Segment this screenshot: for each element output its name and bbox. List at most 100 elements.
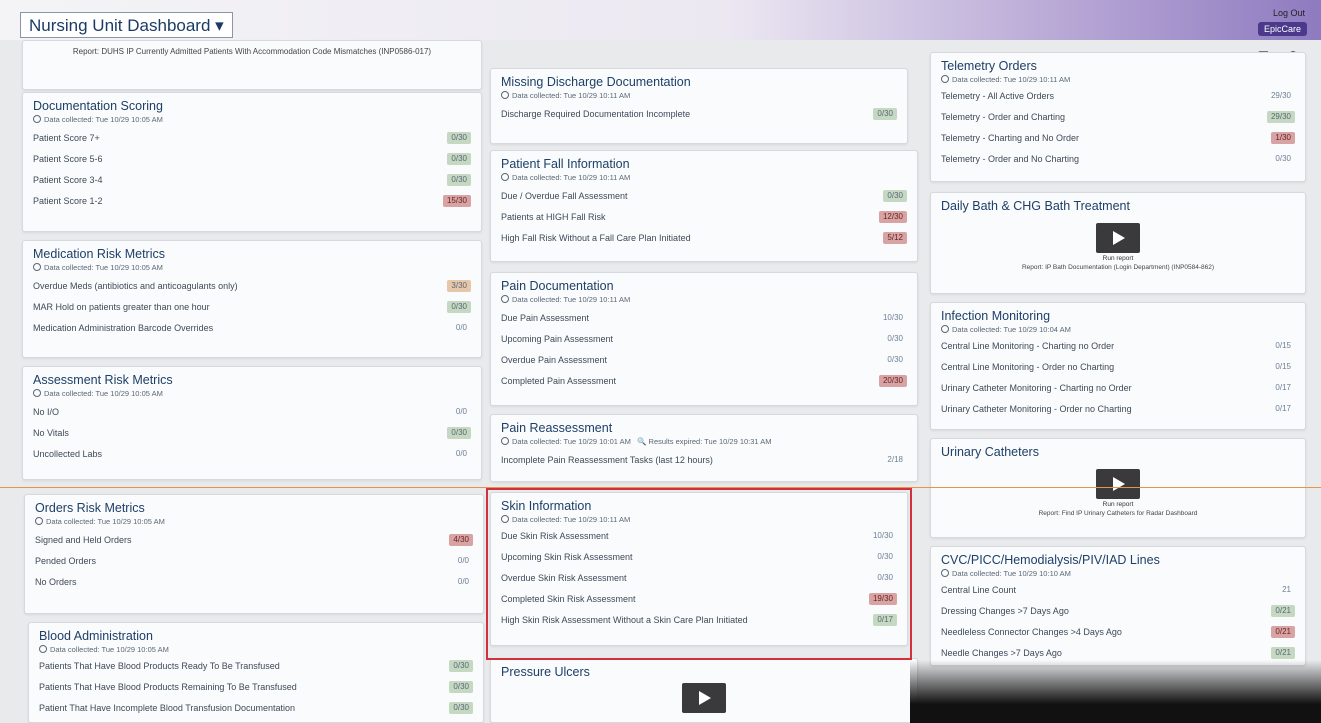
- metric-value-badge[interactable]: 1/30: [1271, 132, 1295, 144]
- logout-link[interactable]: Log Out: [1273, 8, 1305, 18]
- run-report-label[interactable]: Run report: [941, 255, 1295, 262]
- metric-label: No Vitals: [33, 428, 69, 438]
- metric-row[interactable]: Patient Score 1-2 15/30: [33, 191, 471, 212]
- metric-row[interactable]: Overdue Pain Assessment 0/30: [501, 350, 907, 371]
- metric-value-badge[interactable]: 0/30: [883, 190, 907, 202]
- metric-row[interactable]: Central Line Monitoring - Order no Chart…: [941, 357, 1295, 378]
- metric-row[interactable]: Incomplete Pain Reassessment Tasks (last…: [501, 450, 907, 471]
- metric-row[interactable]: Dressing Changes >7 Days Ago 0/21: [941, 601, 1295, 622]
- metric-row[interactable]: Patients That Have Blood Products Ready …: [39, 656, 473, 677]
- metric-label: Overdue Meds (antibiotics and anticoagul…: [33, 281, 238, 291]
- metric-value-badge[interactable]: 21: [1278, 584, 1295, 596]
- metric-value-badge[interactable]: 10/30: [879, 312, 907, 324]
- metric-value-badge[interactable]: 4/30: [449, 534, 473, 546]
- metric-value-badge[interactable]: 0/30: [449, 660, 473, 672]
- metric-value-badge[interactable]: 0/0: [454, 555, 473, 567]
- metric-row[interactable]: Urinary Catheter Monitoring - Order no C…: [941, 399, 1295, 420]
- card-title: Missing Discharge Documentation: [501, 75, 691, 89]
- card-title: Blood Administration: [39, 629, 153, 643]
- metric-row[interactable]: Patient Score 5-6 0/30: [33, 149, 471, 170]
- metric-label: MAR Hold on patients greater than one ho…: [33, 302, 210, 312]
- card-title: Documentation Scoring: [33, 99, 163, 113]
- metric-value-badge[interactable]: 0/30: [447, 174, 471, 186]
- metric-row[interactable]: Uncollected Labs 0/0: [33, 444, 471, 465]
- metric-value-badge[interactable]: 0/30: [883, 333, 907, 345]
- metric-value-badge[interactable]: 12/30: [878, 211, 907, 223]
- data-collected: Data collected: Tue 10/29 10:11 AM: [501, 295, 907, 304]
- metric-row[interactable]: Telemetry - All Active Orders 29/30: [941, 86, 1295, 107]
- metric-value-badge[interactable]: 0/17: [1271, 403, 1295, 415]
- metric-row[interactable]: Patient Score 7+ 0/30: [33, 128, 471, 149]
- metric-label: Incomplete Pain Reassessment Tasks (last…: [501, 455, 713, 465]
- blood-administration-card: Blood Administration Data collected: Tue…: [28, 622, 484, 723]
- metric-row[interactable]: Completed Pain Assessment 20/30: [501, 371, 907, 392]
- metric-label: Patients That Have Blood Products Remain…: [39, 682, 297, 692]
- metric-row[interactable]: Due Pain Assessment 10/30: [501, 308, 907, 329]
- metric-value-badge[interactable]: 0/15: [1271, 361, 1295, 373]
- metric-label: High Fall Risk Without a Fall Care Plan …: [501, 233, 691, 243]
- metric-row[interactable]: Central Line Monitoring - Charting no Or…: [941, 336, 1295, 357]
- card-title: Telemetry Orders: [941, 59, 1037, 73]
- metric-row[interactable]: Signed and Held Orders 4/30: [35, 530, 473, 551]
- metric-label: Central Line Monitoring - Charting no Or…: [941, 341, 1115, 351]
- metric-row[interactable]: Patient Score 3-4 0/30: [33, 170, 471, 191]
- metric-value-badge[interactable]: 0/30: [883, 354, 907, 366]
- metric-row[interactable]: No I/O 0/0: [33, 402, 471, 423]
- metric-value-badge[interactable]: 0/30: [449, 702, 473, 714]
- metric-value-badge[interactable]: 0/0: [452, 406, 471, 418]
- data-collected: Data collected: Tue 10/29 10:05 AM: [33, 263, 471, 272]
- run-report-button[interactable]: [1096, 469, 1140, 499]
- data-collected: Data collected: Tue 10/29 10:05 AM: [33, 389, 471, 398]
- metric-value-badge[interactable]: 20/30: [878, 375, 907, 387]
- metric-value-badge[interactable]: 0/30: [447, 132, 471, 144]
- metric-value-badge[interactable]: 0/30: [447, 427, 471, 439]
- run-report-button[interactable]: [1096, 223, 1140, 253]
- metric-value-badge[interactable]: 0/30: [1271, 153, 1295, 165]
- metric-value-badge[interactable]: 0/30: [449, 681, 473, 693]
- metric-value-badge[interactable]: 0/0: [454, 576, 473, 588]
- metric-value-badge[interactable]: 0/15: [1271, 340, 1295, 352]
- data-collected: Data collected: Tue 10/29 10:11 AM: [501, 91, 897, 100]
- metric-row[interactable]: Telemetry - Charting and No Order 1/30: [941, 128, 1295, 149]
- metric-value-badge[interactable]: 2/18: [883, 454, 907, 466]
- metric-value-badge[interactable]: 5/12: [883, 232, 907, 244]
- metric-value-badge[interactable]: 0/21: [1271, 605, 1295, 617]
- infection-monitoring-card: Infection Monitoring Data collected: Tue…: [930, 302, 1306, 430]
- metric-value-badge[interactable]: 0/0: [452, 448, 471, 460]
- metric-label: Due / Overdue Fall Assessment: [501, 191, 628, 201]
- metric-value-badge[interactable]: 0/21: [1271, 647, 1295, 659]
- metric-row[interactable]: Telemetry - Order and No Charting 0/30: [941, 149, 1295, 170]
- metric-row[interactable]: No Orders 0/0: [35, 572, 473, 593]
- metric-row[interactable]: Patients That Have Blood Products Remain…: [39, 677, 473, 698]
- metric-row[interactable]: Discharge Required Documentation Incompl…: [501, 104, 897, 125]
- metric-row[interactable]: Central Line Count 21: [941, 580, 1295, 601]
- dashboard-title-dropdown[interactable]: Nursing Unit Dashboard ▾: [20, 12, 233, 38]
- metric-row[interactable]: Medication Administration Barcode Overri…: [33, 318, 471, 339]
- metric-value-badge[interactable]: 0/17: [1271, 382, 1295, 394]
- metric-row[interactable]: Due / Overdue Fall Assessment 0/30: [501, 186, 907, 207]
- metric-value-badge[interactable]: 15/30: [442, 195, 471, 207]
- metric-value-badge[interactable]: 3/30: [447, 280, 471, 292]
- metric-row[interactable]: Needleless Connector Changes >4 Days Ago…: [941, 622, 1295, 643]
- metric-value-badge[interactable]: 0/30: [447, 153, 471, 165]
- metric-row[interactable]: No Vitals 0/30: [33, 423, 471, 444]
- metric-label: Completed Pain Assessment: [501, 376, 617, 386]
- run-report-button[interactable]: [682, 683, 726, 713]
- metric-value-badge[interactable]: 0/30: [447, 301, 471, 313]
- metric-row[interactable]: MAR Hold on patients greater than one ho…: [33, 297, 471, 318]
- metric-row[interactable]: Patient That Have Incomplete Blood Trans…: [39, 698, 473, 719]
- metric-row[interactable]: Pended Orders 0/0: [35, 551, 473, 572]
- metric-row[interactable]: Telemetry - Order and Charting 29/30: [941, 107, 1295, 128]
- metric-value-badge[interactable]: 0/0: [452, 322, 471, 334]
- metric-value-badge[interactable]: 29/30: [1267, 90, 1295, 102]
- metric-value-badge[interactable]: 29/30: [1266, 111, 1295, 123]
- run-report-label[interactable]: Run report: [941, 501, 1295, 508]
- metric-row[interactable]: Upcoming Pain Assessment 0/30: [501, 329, 907, 350]
- metric-row[interactable]: Overdue Meds (antibiotics and anticoagul…: [33, 276, 471, 297]
- metric-row[interactable]: High Fall Risk Without a Fall Care Plan …: [501, 228, 907, 249]
- metric-value-badge[interactable]: 0/21: [1271, 626, 1295, 638]
- data-collected: Data collected: Tue 10/29 10:01 AM 🔍 Res…: [501, 437, 907, 446]
- metric-row[interactable]: Patients at HIGH Fall Risk 12/30: [501, 207, 907, 228]
- metric-value-badge[interactable]: 0/30: [873, 108, 897, 120]
- metric-row[interactable]: Urinary Catheter Monitoring - Charting n…: [941, 378, 1295, 399]
